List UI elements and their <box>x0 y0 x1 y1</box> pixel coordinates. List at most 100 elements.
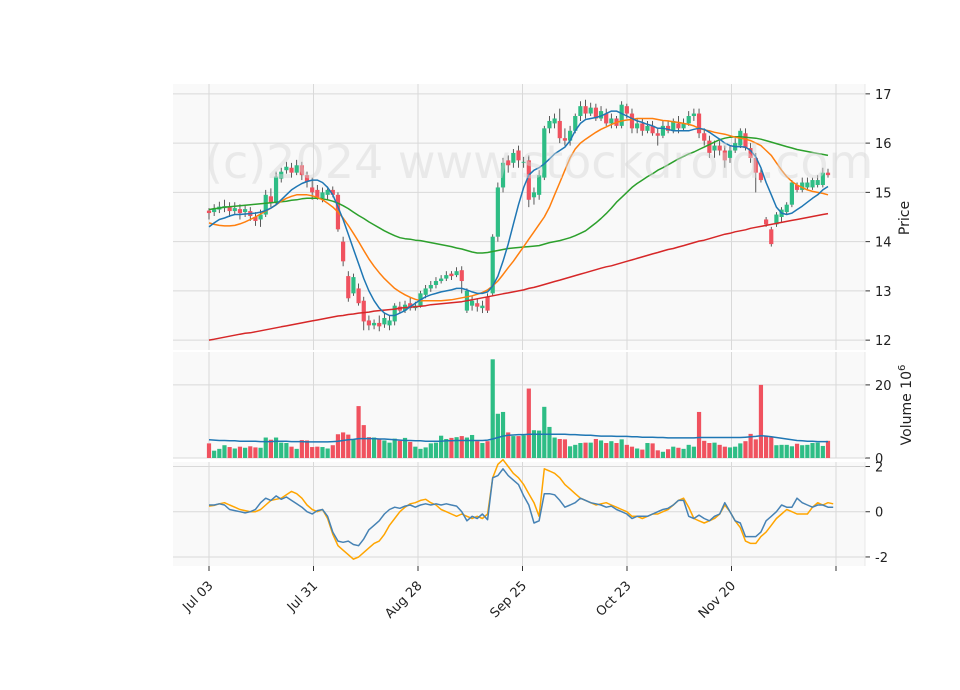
price-y-tick-label: 13 <box>875 285 892 300</box>
price-y-tick-label: 12 <box>875 334 892 349</box>
volume-bar <box>263 437 268 458</box>
candle-body <box>552 118 557 124</box>
candle-body <box>366 320 372 326</box>
volume-bar <box>480 443 485 458</box>
candle-body <box>382 317 387 325</box>
volume-bar <box>598 440 604 458</box>
candle-body <box>459 270 464 282</box>
candle-body <box>691 113 696 117</box>
candle-body <box>676 123 681 129</box>
candle-body <box>243 209 248 213</box>
candle-body <box>387 320 392 326</box>
volume-bar <box>206 443 212 458</box>
volume-bar <box>346 434 351 458</box>
osc-y-tick-label: 2 <box>875 461 883 476</box>
candle-body <box>609 118 614 124</box>
candle-body <box>377 322 382 327</box>
volume-bar <box>444 438 449 458</box>
volume-bar <box>609 441 614 458</box>
volume-y-tick-label: 20 <box>875 379 892 394</box>
volume-bar <box>624 444 629 458</box>
candle-body <box>371 322 377 326</box>
volume-bar <box>784 444 789 458</box>
volume-bar <box>439 435 444 458</box>
volume-bar <box>604 443 609 458</box>
volume-bar <box>686 444 691 458</box>
volume-bar <box>769 437 774 458</box>
candle-body <box>392 305 397 322</box>
volume-bar <box>279 442 284 458</box>
volume-bar <box>578 443 583 458</box>
volume-bar <box>237 446 243 458</box>
volume-bar <box>284 443 289 458</box>
volume-bar <box>433 442 439 458</box>
volume-bar <box>671 446 676 458</box>
volume-bar <box>387 442 392 458</box>
volume-bar <box>428 443 433 458</box>
volume-bar <box>289 446 294 458</box>
candle-body <box>361 300 366 322</box>
volume-bar <box>573 444 578 458</box>
volume-bar <box>392 438 397 458</box>
volume-bar <box>542 406 547 458</box>
volume-bar <box>304 440 310 458</box>
volume-bar <box>588 442 593 458</box>
volume-bar <box>500 411 506 458</box>
volume-bar <box>696 411 702 458</box>
volume-bar <box>475 441 480 458</box>
volume-bar <box>310 447 315 458</box>
candle-body <box>320 192 325 199</box>
volume-bar <box>335 434 341 458</box>
volume-bar <box>779 444 784 458</box>
price-y-tick-label: 16 <box>875 137 892 152</box>
price-y-tick-label: 17 <box>875 88 892 103</box>
volume-bar <box>552 437 557 458</box>
volume-bar <box>567 446 573 458</box>
volume-bar <box>635 448 640 458</box>
stock-chart: Jul 03 Jul 31 Aug 28 Sep 25 Oct 23 Nov 201213… <box>0 0 960 690</box>
candle-body <box>619 104 624 126</box>
candle-body <box>485 296 490 311</box>
volume-bar <box>258 447 263 458</box>
candle-body <box>583 106 588 114</box>
candle-body <box>439 278 444 282</box>
candle-body <box>428 284 433 289</box>
volume-bar <box>325 448 330 458</box>
volume-bar <box>717 444 722 458</box>
candle-body <box>356 288 361 304</box>
volume-bar <box>655 450 660 458</box>
candle-body <box>469 300 475 306</box>
candle-body <box>454 271 459 276</box>
volume-bar <box>521 435 526 458</box>
candle-body <box>624 106 629 114</box>
volume-bar <box>469 434 475 458</box>
volume-bar <box>222 445 227 458</box>
candle-body <box>588 107 593 114</box>
volume-bar <box>341 432 346 458</box>
volume-bar <box>815 442 820 458</box>
volume-bar <box>361 425 366 458</box>
volume-bar <box>351 439 356 458</box>
volume-bar <box>526 388 531 458</box>
volume-bar <box>485 441 490 458</box>
candle-body <box>495 187 500 237</box>
candle-body <box>578 106 583 117</box>
volume-bar <box>727 447 733 458</box>
volume-bar <box>614 443 619 458</box>
volume-bar <box>408 441 413 458</box>
volume-bar <box>758 384 764 458</box>
volume-bar <box>753 439 758 458</box>
candle-body <box>480 305 485 309</box>
volume-bar <box>413 446 418 458</box>
volume-bar <box>712 442 717 458</box>
volume-bar <box>800 445 805 458</box>
candle-body <box>346 276 351 299</box>
volume-bar <box>676 447 681 458</box>
candle-body <box>764 219 769 225</box>
candle-body <box>784 204 789 213</box>
volume-bar <box>825 440 831 458</box>
candle-body <box>423 288 428 295</box>
volume-bar <box>820 445 825 458</box>
candle-body <box>227 207 232 212</box>
volume-bar <box>423 447 428 458</box>
